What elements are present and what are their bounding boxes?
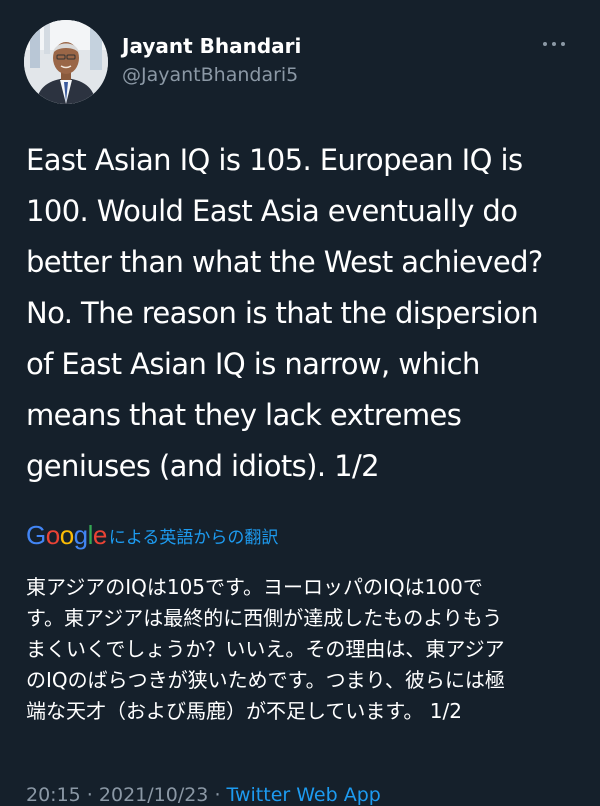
translated-line: まくいくでしょうか？いいえ。その理由は、東アジア (26, 637, 505, 661)
tweet-date[interactable]: 2021/10/23 (99, 784, 209, 806)
more-dot (543, 42, 547, 46)
google-logo-letter: o (59, 519, 74, 550)
tweet-source[interactable]: Twitter Web App (227, 784, 381, 806)
tweet-line: of East Asian IQ is narrow, which (26, 347, 480, 381)
translated-line: のIQのばらつきが狭いためです。つまり、彼らには極 (26, 668, 505, 692)
tweet-line: East Asian IQ is 105. European IQ is (26, 143, 523, 177)
google-logo: Google (26, 520, 107, 551)
tweet-meta: 20:15 · 2021/10/23 · Twitter Web App (26, 784, 381, 806)
tweet-time[interactable]: 20:15 (26, 784, 81, 806)
tweet-header: Jayant Bhandari @JayantBhandari5 (24, 18, 576, 108)
tweet-line: geniuses (and idiots). 1/2 (26, 449, 380, 483)
tweet-line: better than what the West achieved? (26, 245, 543, 279)
author-handle[interactable]: @JayantBhandari5 (122, 64, 298, 86)
translated-line: す。東アジアは最終的に西側が達成したものよりもう (26, 606, 503, 630)
google-logo-letter: e (92, 519, 107, 550)
tweet-line: 100. Would East Asia eventually do (26, 194, 518, 228)
translated-line: 東アジアのIQは105です。ヨーロッパのIQは100で (26, 575, 483, 599)
google-logo-letter: o (45, 519, 60, 550)
more-dot (552, 42, 556, 46)
avatar[interactable] (24, 20, 108, 104)
translated-text: 東アジアのIQは105です。ヨーロッパのIQは100で す。東アジアは最終的に西… (26, 572, 586, 727)
translation-label: による英語からの翻訳 (108, 527, 279, 548)
google-logo-letter: G (26, 519, 46, 550)
translation-attribution[interactable]: Google による英語からの翻訳 (26, 518, 278, 552)
meta-separator: · (80, 784, 99, 806)
more-dot (561, 42, 565, 46)
translated-line: 端な天才（および馬鹿）が不足しています。 1/2 (26, 699, 462, 723)
tweet-line: No. The reason is that the dispersion (26, 296, 539, 330)
avatar-photo (24, 20, 108, 104)
author-name[interactable]: Jayant Bhandari (122, 34, 301, 58)
google-logo-letter: g (73, 519, 88, 550)
tweet-line: means that they lack extremes (26, 398, 462, 432)
more-horizontal-icon[interactable] (536, 32, 572, 56)
meta-separator: · (208, 784, 227, 806)
tweet-text: East Asian IQ is 105. European IQ is 100… (26, 135, 586, 492)
